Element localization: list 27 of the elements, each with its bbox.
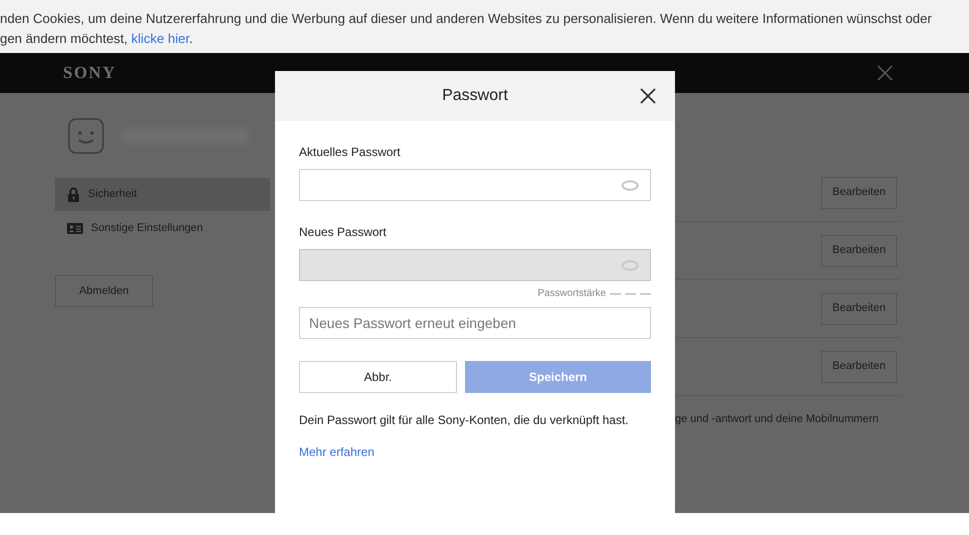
edit-button[interactable]: Bearbeiten [821, 292, 897, 324]
logout-button[interactable]: Abmelden [55, 275, 153, 307]
edit-button[interactable]: Bearbeiten [821, 176, 897, 208]
cookie-link[interactable]: klicke hier [131, 31, 190, 46]
id-card-icon [67, 223, 83, 234]
logo: SONY [63, 62, 116, 84]
dialog-note: Dein Passwort gilt für alle Sony-Konten, die du verknüpft hast. [299, 412, 630, 429]
eye-icon[interactable] [621, 180, 639, 191]
strength-label: Passwortstärke [538, 287, 606, 301]
field-label: Aktuelles Passwort [299, 144, 402, 161]
field-label: Neues Passwort [299, 224, 388, 241]
password-field[interactable] [299, 169, 651, 201]
settings-note: ge und -antwort und deine Mobilnummern [675, 412, 880, 427]
sidebar-label[interactable]: Sicherheit [88, 186, 137, 203]
avatar-icon [68, 118, 104, 154]
dialog-title: Passwort [442, 86, 508, 106]
sidebar-item[interactable]: Sonstige Einstellungen [55, 212, 270, 245]
learn-more-link[interactable]: Mehr erfahren [299, 443, 374, 461]
sidebar-item[interactable]: Sicherheit [55, 178, 270, 211]
close-icon[interactable] [639, 87, 657, 105]
cookie-notice: nden Cookies, um deine Nutzererfahrung und die Werbung auf dieser und anderen Websites zu personalisieren. Wenn du weitere Informationen wünschst oder gen ändern möchtest, klicke hier. [0, 0, 969, 53]
sidebar-label[interactable]: Sonstige Einstellungen [91, 220, 203, 237]
edit-button[interactable]: Bearbeiten [821, 234, 897, 266]
cancel-button[interactable]: Abbr. [299, 361, 457, 393]
password-field[interactable]: Neues Passwort erneut eingeben [299, 307, 651, 339]
edit-button[interactable]: Bearbeiten [821, 350, 897, 382]
lock-icon [67, 187, 80, 202]
